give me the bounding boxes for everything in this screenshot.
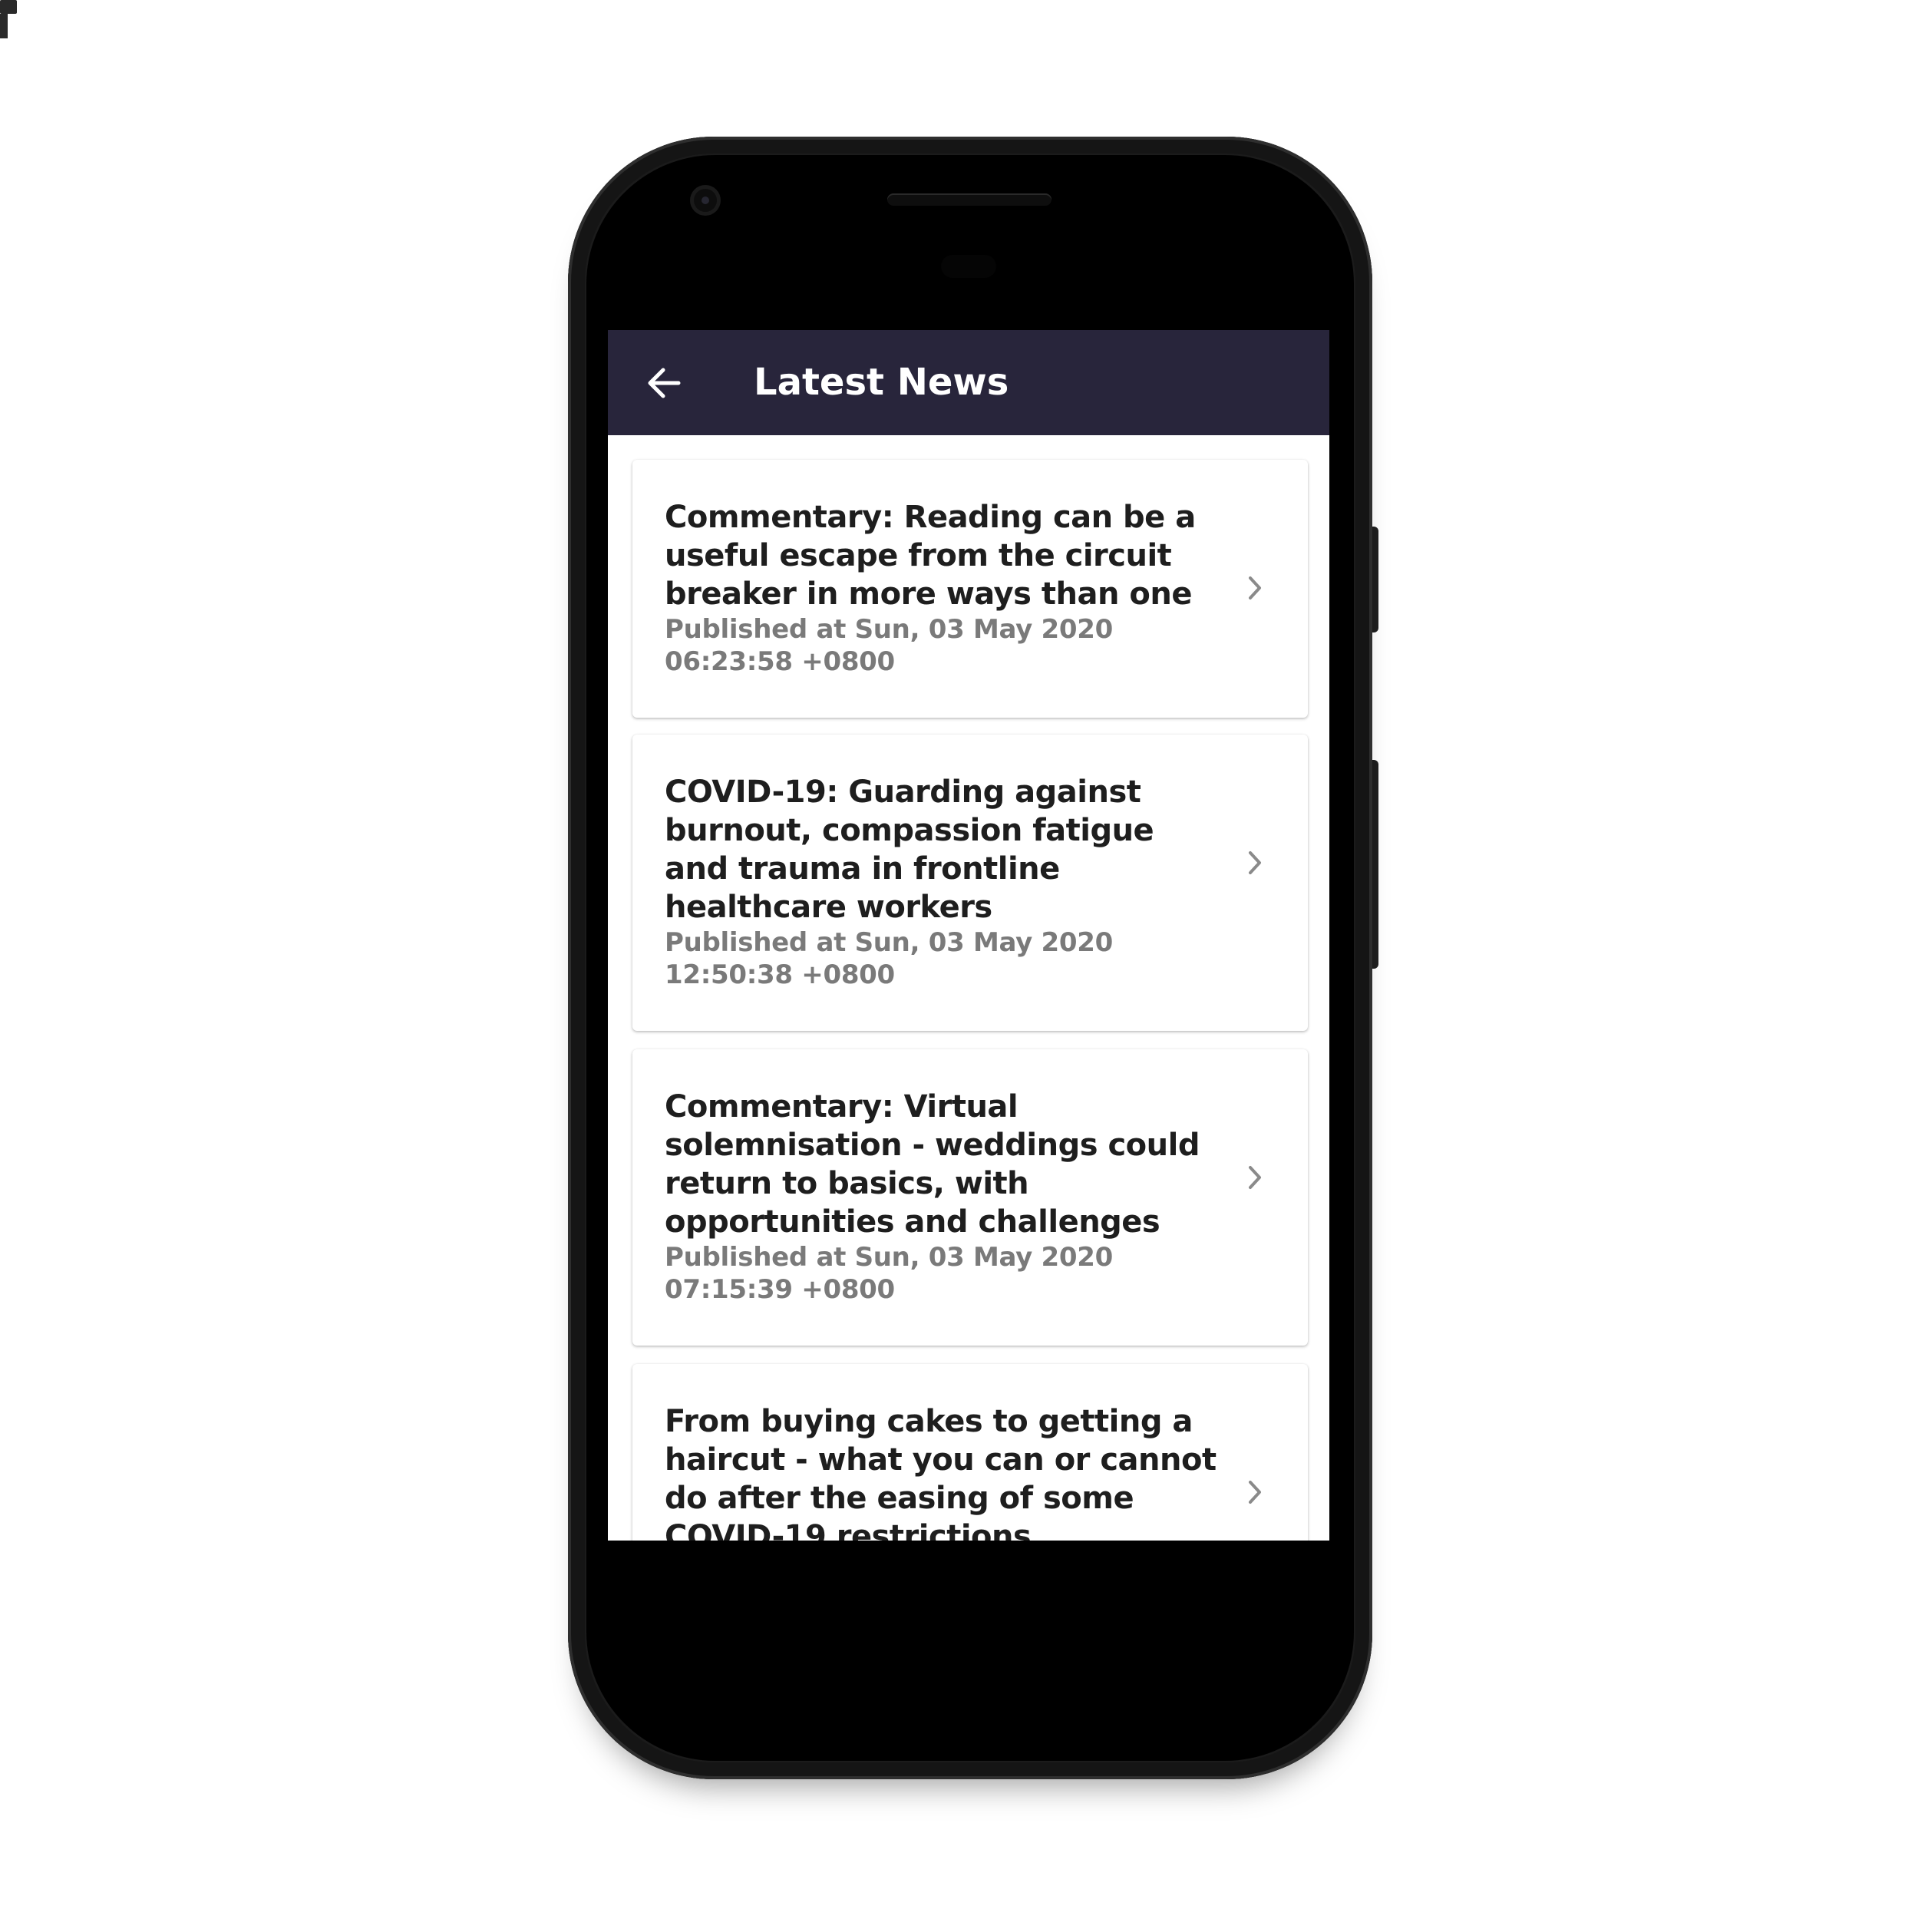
- news-title: COVID-19: Guarding against burnout, comp…: [665, 774, 1154, 925]
- news-published-date: Published at Sun, 03 May 2020 06:23:58 +…: [665, 614, 1113, 677]
- phone-antenna-line-right: [0, 26, 8, 38]
- news-list[interactable]: Commentary: Reading can be a useful esca…: [608, 435, 1329, 1541]
- earpiece-speaker: [887, 193, 1051, 206]
- arrow-back-icon[interactable]: [645, 364, 683, 402]
- page-title: Latest News: [754, 361, 1009, 404]
- chevron-right-icon: [1249, 1481, 1261, 1504]
- app-bar: Latest News: [608, 330, 1329, 435]
- chevron-right-icon: [1249, 851, 1261, 874]
- news-title: Commentary: Virtual solemnisation - wedd…: [665, 1089, 1200, 1240]
- news-card[interactable]: COVID-19: Guarding against burnout, comp…: [632, 735, 1308, 1031]
- news-title: From buying cakes to getting a haircut -…: [665, 1404, 1217, 1541]
- news-card-text: COVID-19: Guarding against burnout, comp…: [665, 773, 1217, 991]
- news-card-text: Commentary: Reading can be a useful esca…: [665, 498, 1217, 678]
- chevron-right-icon: [1249, 576, 1261, 599]
- news-card-text: From buying cakes to getting a haircut -…: [665, 1402, 1217, 1541]
- news-published-date: Published at Sun, 03 May 2020 12:50:38 +…: [665, 927, 1113, 990]
- navigation-bar-area: [608, 1541, 1329, 1561]
- front-camera-icon: [694, 189, 717, 212]
- news-card-text: Commentary: Virtual solemnisation - wedd…: [665, 1088, 1217, 1306]
- news-card[interactable]: Commentary: Virtual solemnisation - wedd…: [632, 1049, 1308, 1346]
- stage: Latest News Commentary: Reading can be a…: [0, 0, 1928, 1932]
- proximity-sensor: [941, 255, 996, 278]
- news-card[interactable]: From buying cakes to getting a haircut -…: [632, 1364, 1308, 1541]
- status-bar: [608, 301, 1329, 330]
- phone-screen: Latest News Commentary: Reading can be a…: [608, 301, 1329, 1561]
- phone-antenna-line-left: [0, 14, 8, 26]
- news-published-date: Published at Sun, 03 May 2020 07:15:39 +…: [665, 1242, 1113, 1305]
- news-card[interactable]: Commentary: Reading can be a useful esca…: [632, 460, 1308, 718]
- chevron-right-icon: [1249, 1166, 1261, 1189]
- news-title: Commentary: Reading can be a useful esca…: [665, 500, 1196, 612]
- phone-top-button: [0, 0, 17, 14]
